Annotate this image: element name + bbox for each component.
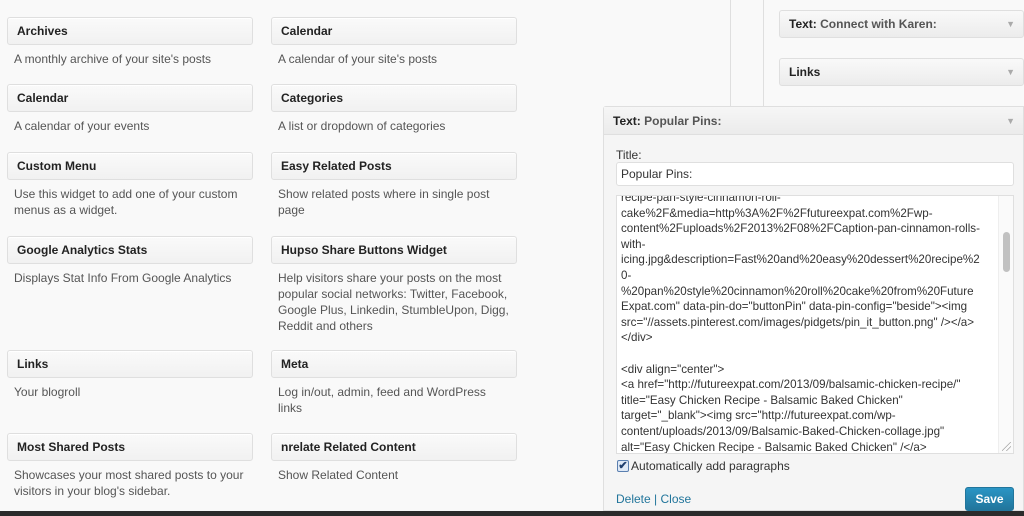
widget-type-label: Text: <box>789 17 817 31</box>
scrollbar-thumb[interactable] <box>1003 232 1010 272</box>
widget-description: Your blogroll <box>14 385 81 399</box>
widget-description: Showcases your most shared posts to your… <box>14 468 244 498</box>
widget-title-bar[interactable]: Calendar <box>271 17 517 45</box>
widget-description: A calendar of your events <box>14 119 150 133</box>
widget-title-bar[interactable]: Categories <box>271 84 517 112</box>
widget-type-label: Links <box>789 65 821 79</box>
title-label: Title: <box>616 148 642 162</box>
delete-link[interactable]: Delete <box>616 492 651 506</box>
chevron-down-icon[interactable]: ▼ <box>1006 107 1015 135</box>
title-input[interactable] <box>616 162 1014 186</box>
widget-title-bar[interactable]: Custom Menu <box>7 152 253 180</box>
widget-title-bar[interactable]: Calendar <box>7 84 253 112</box>
content-text: recipe-pan-style-cinnamon-roll- cake%2F&… <box>621 195 980 454</box>
save-button[interactable]: Save <box>965 487 1014 511</box>
auto-paragraphs-checkbox[interactable]: ✔ <box>617 460 629 472</box>
separator: | <box>654 492 658 506</box>
widget-header[interactable]: Text: Popular Pins: ▼ <box>604 107 1023 135</box>
widget-title-bar[interactable]: Hupso Share Buttons Widget <box>271 236 517 264</box>
widget-description: Help visitors share your posts on the mo… <box>278 271 509 333</box>
widget-actions: Delete | Close <box>616 492 691 506</box>
available-widget: Google Analytics Stats Displays Stat Info… <box>7 236 253 286</box>
chevron-down-icon[interactable]: ▼ <box>1006 11 1015 37</box>
widget-description: A list or dropdown of categories <box>278 119 446 133</box>
resize-handle-icon[interactable] <box>1002 442 1011 451</box>
available-widget: Links Your blogroll <box>7 350 253 400</box>
widget-description: Use this widget to add one of your custo… <box>14 187 238 217</box>
available-widget: Custom Menu Use this widget to add one of… <box>7 152 253 218</box>
widget-description: A monthly archive of your site's posts <box>14 52 212 66</box>
widget-title-bar[interactable]: Easy Related Posts <box>271 152 517 180</box>
sidebar-divider <box>730 0 731 106</box>
close-link[interactable]: Close <box>661 492 692 506</box>
widget-title-bar[interactable]: Google Analytics Stats <box>7 236 253 264</box>
widget-title-bar[interactable]: Meta <box>271 350 517 378</box>
available-widget: Most Shared Posts Showcases your most sha… <box>7 433 253 499</box>
widget-instance-title: Connect with Karen: <box>820 17 937 31</box>
chevron-down-icon[interactable]: ▼ <box>1006 59 1015 85</box>
bottom-dark-bar <box>0 511 1024 516</box>
available-widget: Easy Related Posts Show related posts whe… <box>271 152 517 218</box>
widget-title-bar[interactable]: Archives <box>7 17 253 45</box>
available-widget: Categories A list or dropdown of categori… <box>271 84 517 134</box>
expanded-text-widget-popular-pins: Text: Popular Pins: ▼ Title: recipe-pan-… <box>603 106 1024 511</box>
sidebar-widget-connect-with-karen[interactable]: Text: Connect with Karen: ▼ <box>779 10 1024 38</box>
widget-description: Displays Stat Info From Google Analytics <box>14 271 232 285</box>
widget-description: Show related posts where in single post … <box>278 187 490 217</box>
available-widget: Calendar A calendar of your site's posts <box>271 17 517 67</box>
auto-paragraphs-label: Automatically add paragraphs <box>631 459 790 473</box>
widget-type-label: Text: <box>613 114 641 128</box>
textarea-scrollbar[interactable] <box>998 196 1013 453</box>
content-textarea[interactable]: recipe-pan-style-cinnamon-roll- cake%2F&… <box>616 195 1014 454</box>
widget-instance-title: Popular Pins: <box>644 114 722 128</box>
available-widget: Archives A monthly archive of your site's… <box>7 17 253 67</box>
widget-description: A calendar of your site's posts <box>278 52 438 66</box>
sidebar-divider <box>763 0 764 106</box>
sidebar-widget-links[interactable]: Links ▼ <box>779 58 1024 86</box>
widget-title-bar[interactable]: nrelate Related Content <box>271 433 517 461</box>
available-widget: Calendar A calendar of your events <box>7 84 253 134</box>
available-widget: Meta Log in/out, admin, feed and WordPres… <box>271 350 517 416</box>
available-widget: Hupso Share Buttons Widget Help visitors … <box>271 236 517 334</box>
auto-paragraphs-option[interactable]: ✔ Automatically add paragraphs <box>617 459 790 473</box>
widget-description: Log in/out, admin, feed and WordPress li… <box>278 385 486 415</box>
widget-title-bar[interactable]: Most Shared Posts <box>7 433 253 461</box>
available-widget: nrelate Related Content Show Related Cont… <box>271 433 517 483</box>
widget-description: Show Related Content <box>278 468 399 482</box>
widget-title-bar[interactable]: Links <box>7 350 253 378</box>
